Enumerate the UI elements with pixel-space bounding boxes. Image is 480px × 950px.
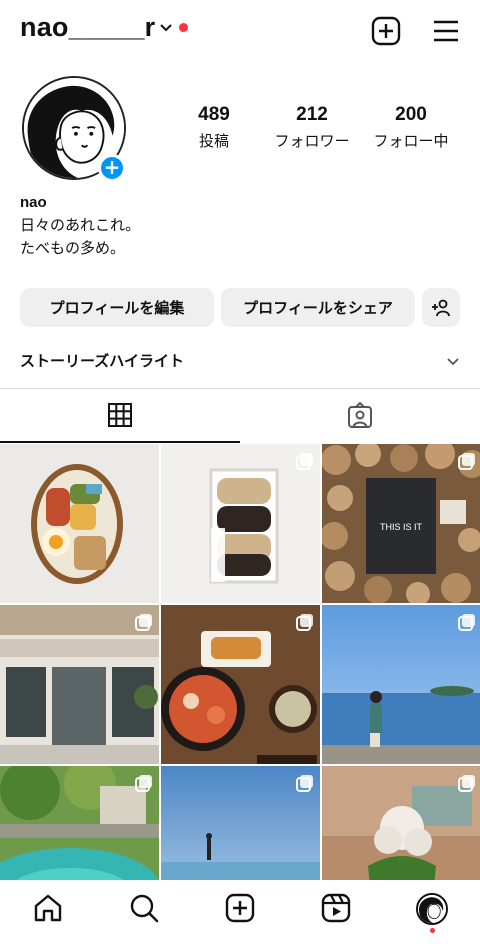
bio-line: 日々のあれこれ。 [20, 216, 141, 234]
multi-post-icon [296, 775, 313, 792]
profile-bio: nao 日々のあれこれ。 たべもの多め。 [20, 191, 140, 260]
followers-count: 212 [296, 104, 328, 125]
posts-label: 投稿 [198, 132, 229, 150]
profile-avatar[interactable]: + [22, 76, 126, 182]
multi-post-icon [458, 614, 475, 631]
story-highlights-toggle[interactable]: ストーリーズハイライト [20, 350, 460, 371]
following-count: 200 [395, 104, 427, 125]
reels-icon[interactable] [320, 892, 352, 924]
edit-profile-button[interactable]: プロフィールを編集 [20, 288, 214, 327]
multi-post-icon [296, 453, 313, 470]
tagged-icon [348, 402, 372, 428]
notification-dot [179, 23, 189, 32]
bio-line: たべもの多め。 [20, 239, 126, 257]
bento-photo [0, 444, 159, 603]
discover-people-button[interactable] [422, 288, 460, 327]
stat-posts[interactable]: 489 投稿 [164, 104, 264, 151]
bottom-navigation [0, 880, 480, 950]
highlights-label: ストーリーズハイライト [20, 352, 184, 370]
username-text: nao_____r [20, 12, 156, 42]
stat-following[interactable]: 200 フォロー中 [361, 104, 461, 151]
add-story-icon[interactable]: + [98, 154, 126, 182]
profile-tab-avatar[interactable] [416, 893, 448, 925]
share-profile-button[interactable]: プロフィールをシェア [221, 288, 415, 327]
home-icon[interactable] [32, 892, 64, 924]
post-thumbnail[interactable] [0, 605, 159, 764]
top-bar: nao_____r [0, 0, 480, 64]
posts-count: 489 [198, 104, 230, 125]
post-thumbnail[interactable] [0, 444, 159, 603]
multi-post-icon [135, 614, 152, 631]
multi-post-icon [458, 775, 475, 792]
chevron-down-icon [447, 357, 459, 365]
new-post-icon[interactable] [371, 16, 401, 46]
profile-tabs [0, 388, 480, 443]
create-icon[interactable] [224, 892, 256, 924]
grid-icon [108, 403, 132, 427]
multi-post-icon [135, 775, 152, 792]
tab-tagged[interactable] [240, 389, 480, 443]
multi-post-icon [458, 453, 475, 470]
avatar [418, 895, 446, 923]
post-thumbnail[interactable] [322, 605, 480, 764]
post-thumbnail[interactable] [161, 444, 320, 603]
menu-icon[interactable] [431, 16, 461, 46]
sea-photo [322, 605, 480, 764]
tab-posts-grid[interactable] [0, 389, 240, 443]
post-thumbnail[interactable] [161, 605, 320, 764]
display-name: nao [20, 194, 47, 211]
tile-caption: THIS IS IT [379, 522, 422, 532]
add-person-icon [432, 299, 450, 316]
account-switcher[interactable]: nao_____r [20, 12, 189, 43]
followers-label: フォロワー [274, 132, 350, 150]
post-thumbnail[interactable]: THIS IS IT [322, 444, 480, 603]
search-icon[interactable] [128, 892, 160, 924]
stat-followers[interactable]: 212 フォロワー [262, 104, 362, 151]
multi-post-icon [296, 614, 313, 631]
following-label: フォロー中 [373, 132, 449, 150]
chevron-down-icon [160, 23, 173, 31]
posts-grid: THIS IS IT [0, 444, 480, 925]
notification-dot [430, 928, 435, 933]
